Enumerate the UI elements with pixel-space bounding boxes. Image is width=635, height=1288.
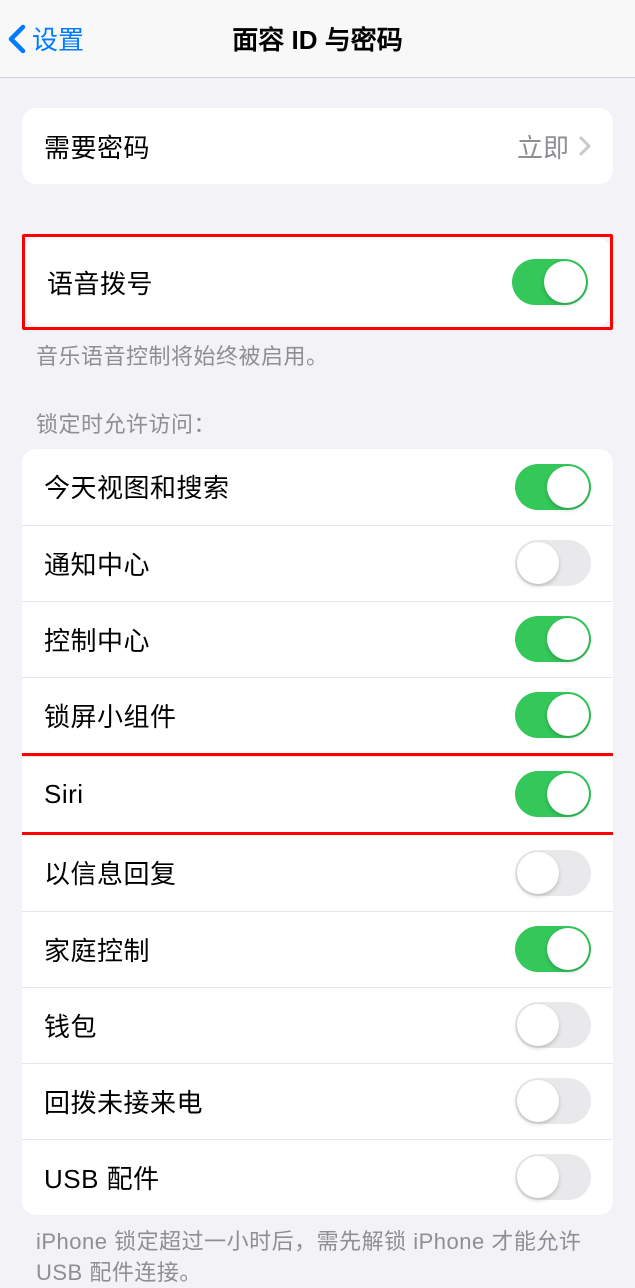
voice-dial-label: 语音拨号 <box>47 264 153 301</box>
lock-access-label: 钱包 <box>44 1007 97 1044</box>
lock-access-header: 锁定时允许访问： <box>0 407 635 449</box>
back-button[interactable]: 设置 <box>0 20 84 57</box>
lock-access-label: 锁屏小组件 <box>44 697 177 734</box>
require-passcode-group: 需要密码 立即 <box>22 108 613 184</box>
lock-access-cell: USB 配件 <box>22 1139 613 1215</box>
lock-access-label: 通知中心 <box>44 545 150 582</box>
lock-access-label: USB 配件 <box>44 1159 160 1196</box>
lock-access-cell: 钱包 <box>22 987 613 1063</box>
lock-access-cell: 锁屏小组件 <box>22 677 613 753</box>
lock-access-toggle[interactable] <box>515 692 591 738</box>
chevron-right-icon <box>579 136 591 156</box>
lock-access-toggle[interactable] <box>515 926 591 972</box>
require-passcode-label: 需要密码 <box>44 128 150 165</box>
lock-access-cell: 今天视图和搜索 <box>22 449 613 525</box>
lock-access-toggle[interactable] <box>515 1078 591 1124</box>
lock-access-label: 控制中心 <box>44 621 150 658</box>
content-area: 需要密码 立即 语音拨号 音乐语音控制将始终被启用。 锁定时允许访 <box>0 78 635 1288</box>
lock-access-label: 以信息回复 <box>44 854 177 891</box>
lock-access-cell: 通知中心 <box>22 525 613 601</box>
lock-access-cell: 以信息回复 <box>22 835 613 911</box>
lock-access-label: Siri <box>44 779 84 810</box>
lock-access-cell: Siri <box>22 756 613 832</box>
lock-access-group: 今天视图和搜索通知中心控制中心锁屏小组件 Siri 以信息回复家庭控制钱包回拨未接来… <box>22 449 613 1215</box>
lock-access-cell: 家庭控制 <box>22 911 613 987</box>
lock-access-toggle[interactable] <box>515 1002 591 1048</box>
lock-access-toggle[interactable] <box>515 540 591 586</box>
require-passcode-value: 立即 <box>517 128 569 165</box>
voice-dial-footer: 音乐语音控制将始终被启用。 <box>0 330 635 373</box>
lock-access-label: 家庭控制 <box>44 931 150 968</box>
lock-access-label: 今天视图和搜索 <box>44 468 230 505</box>
lock-access-cell: 回拨未接来电 <box>22 1063 613 1139</box>
voice-dial-highlight: 语音拨号 <box>22 234 613 330</box>
back-label: 设置 <box>32 20 84 57</box>
lock-access-toggle[interactable] <box>515 771 591 817</box>
page-title: 面容 ID 与密码 <box>232 20 402 57</box>
voice-dial-cell: 语音拨号 <box>25 237 610 327</box>
lock-access-label: 回拨未接来电 <box>44 1083 203 1120</box>
lock-access-toggle[interactable] <box>515 1154 591 1200</box>
lock-access-toggle[interactable] <box>515 850 591 896</box>
require-passcode-cell[interactable]: 需要密码 立即 <box>22 108 613 184</box>
lock-access-cell: 控制中心 <box>22 601 613 677</box>
chevron-left-icon <box>8 24 26 54</box>
lock-access-toggle[interactable] <box>515 616 591 662</box>
siri-highlight: Siri <box>22 753 613 835</box>
lock-access-toggle[interactable] <box>515 464 591 510</box>
navigation-bar: 设置 面容 ID 与密码 <box>0 0 635 78</box>
lock-access-footer: iPhone 锁定超过一小时后，需先解锁 iPhone 才能允许USB 配件连接… <box>0 1215 635 1288</box>
voice-dial-group: 语音拨号 <box>25 237 610 327</box>
voice-dial-toggle[interactable] <box>512 259 588 305</box>
